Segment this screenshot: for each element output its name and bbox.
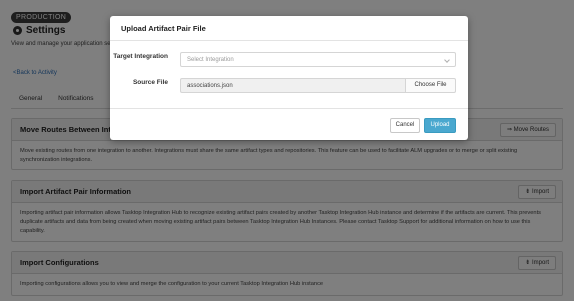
- target-integration-label: Target Integration: [113, 53, 168, 60]
- target-integration-select[interactable]: Select Integration: [180, 52, 456, 67]
- cancel-button[interactable]: Cancel: [390, 118, 420, 133]
- modal-footer: Cancel Upload: [110, 108, 468, 140]
- select-placeholder: Select Integration: [187, 57, 234, 63]
- modal-title: Upload Artifact Pair File: [121, 24, 206, 33]
- upload-artifact-pair-modal: Upload Artifact Pair File Target Integra…: [110, 16, 468, 140]
- chevron-down-icon: [444, 57, 450, 63]
- source-file-label: Source File: [132, 79, 168, 86]
- modal-header: Upload Artifact Pair File: [110, 16, 468, 41]
- choose-file-button[interactable]: Choose File: [405, 78, 456, 93]
- upload-button[interactable]: Upload: [424, 118, 456, 133]
- source-file-field[interactable]: associations.json: [180, 78, 405, 93]
